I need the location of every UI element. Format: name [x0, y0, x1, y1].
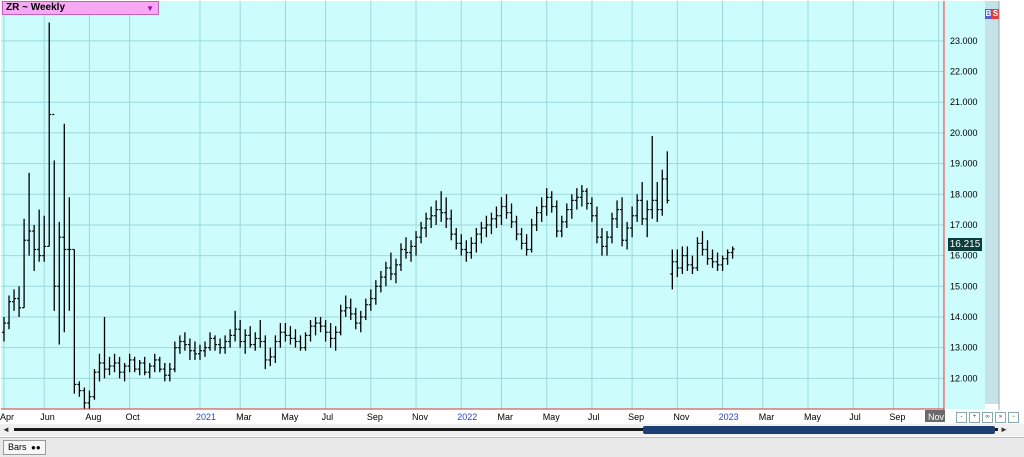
x-tick-label: 2021	[196, 412, 216, 422]
y-tick-label: 14.000	[950, 312, 978, 322]
x-tick-label: Mar	[759, 412, 775, 422]
y-tick-label: 21.000	[950, 97, 978, 107]
x-tick-label: Nov	[412, 412, 429, 422]
sell-icon[interactable]: S	[992, 9, 999, 19]
glasses-icon[interactable]: ●●	[31, 443, 41, 452]
x-tick-label: Mar	[236, 412, 252, 422]
link-icon[interactable]: ∞	[982, 412, 993, 423]
scroll-end-icon[interactable]: »	[995, 412, 1006, 423]
bars-tab[interactable]: Bars ●●	[3, 440, 46, 455]
x-axis: Apr Jun Aug Oct 2021 Mar May Jul Sep Nov 2022 Mar Ma…	[0, 412, 905, 422]
last-price-label: 16.215	[948, 238, 982, 251]
right-scroll-panel[interactable]	[985, 1, 999, 404]
bottom-tab-bar: Bars ●●	[0, 437, 1024, 457]
horizontal-scrollbar[interactable]: ◄ ►	[0, 424, 1024, 436]
x-tick-label: May	[281, 412, 299, 422]
y-tick-label: 22.000	[950, 67, 978, 77]
x-tick-nov-last: Nov	[928, 412, 945, 422]
x-tick-label: May	[804, 412, 822, 422]
x-tick-label: Sep	[367, 412, 383, 422]
x-tick-label: Oct	[126, 412, 141, 422]
x-tick-label: Aug	[85, 412, 101, 422]
chart-window: 12.000 13.000 14.000 15.000 16.000 17.000 18.0…	[0, 0, 1024, 457]
y-tick-label: 18.000	[950, 189, 978, 199]
zoom-out-icon[interactable]: -	[956, 412, 967, 423]
x-tick-label: Nov	[673, 412, 690, 422]
zoom-in-icon[interactable]: +	[969, 412, 980, 423]
x-tick-label: Sep	[628, 412, 644, 422]
y-tick-label: 12.000	[950, 373, 978, 383]
x-tick-label: Jul	[322, 412, 334, 422]
buy-sell-badge[interactable]: BS	[985, 9, 999, 19]
scroll-thumb[interactable]	[643, 426, 995, 434]
y-tick-label: 16.000	[950, 251, 978, 261]
buy-icon[interactable]: B	[985, 9, 992, 19]
price-chart: 12.000 13.000 14.000 15.000 16.000 17.000 18.0…	[0, 1, 1000, 422]
symbol-title[interactable]: ZR ~ Weekly ▼	[2, 1, 159, 15]
x-tick-label: 2023	[719, 412, 739, 422]
minus-icon[interactable]: −	[1008, 412, 1019, 423]
y-tick-label: 13.000	[950, 343, 978, 353]
scroll-left-icon[interactable]: ◄	[2, 425, 10, 434]
y-tick-label: 20.000	[950, 128, 978, 138]
triangle-down-icon[interactable]: ▼	[146, 3, 154, 15]
x-tick-label: Jul	[588, 412, 600, 422]
symbol-title-text: ZR ~ Weekly	[6, 2, 66, 13]
x-tick-label: 2022	[457, 412, 477, 422]
y-tick-label: 19.000	[950, 159, 978, 169]
y-tick-label: 15.000	[950, 281, 978, 291]
x-tick-label: May	[543, 412, 561, 422]
x-tick-label: Jun	[40, 412, 55, 422]
x-tick-label: Mar	[497, 412, 513, 422]
bars-tab-label: Bars	[8, 442, 27, 452]
scroll-right-icon[interactable]: ►	[1000, 425, 1008, 434]
y-tick-label: 23.000	[950, 36, 978, 46]
y-tick-label: 17.000	[950, 220, 978, 230]
x-tick-label: Jul	[849, 412, 861, 422]
x-tick-label: Sep	[889, 412, 905, 422]
x-tick-label: Apr	[0, 412, 14, 422]
